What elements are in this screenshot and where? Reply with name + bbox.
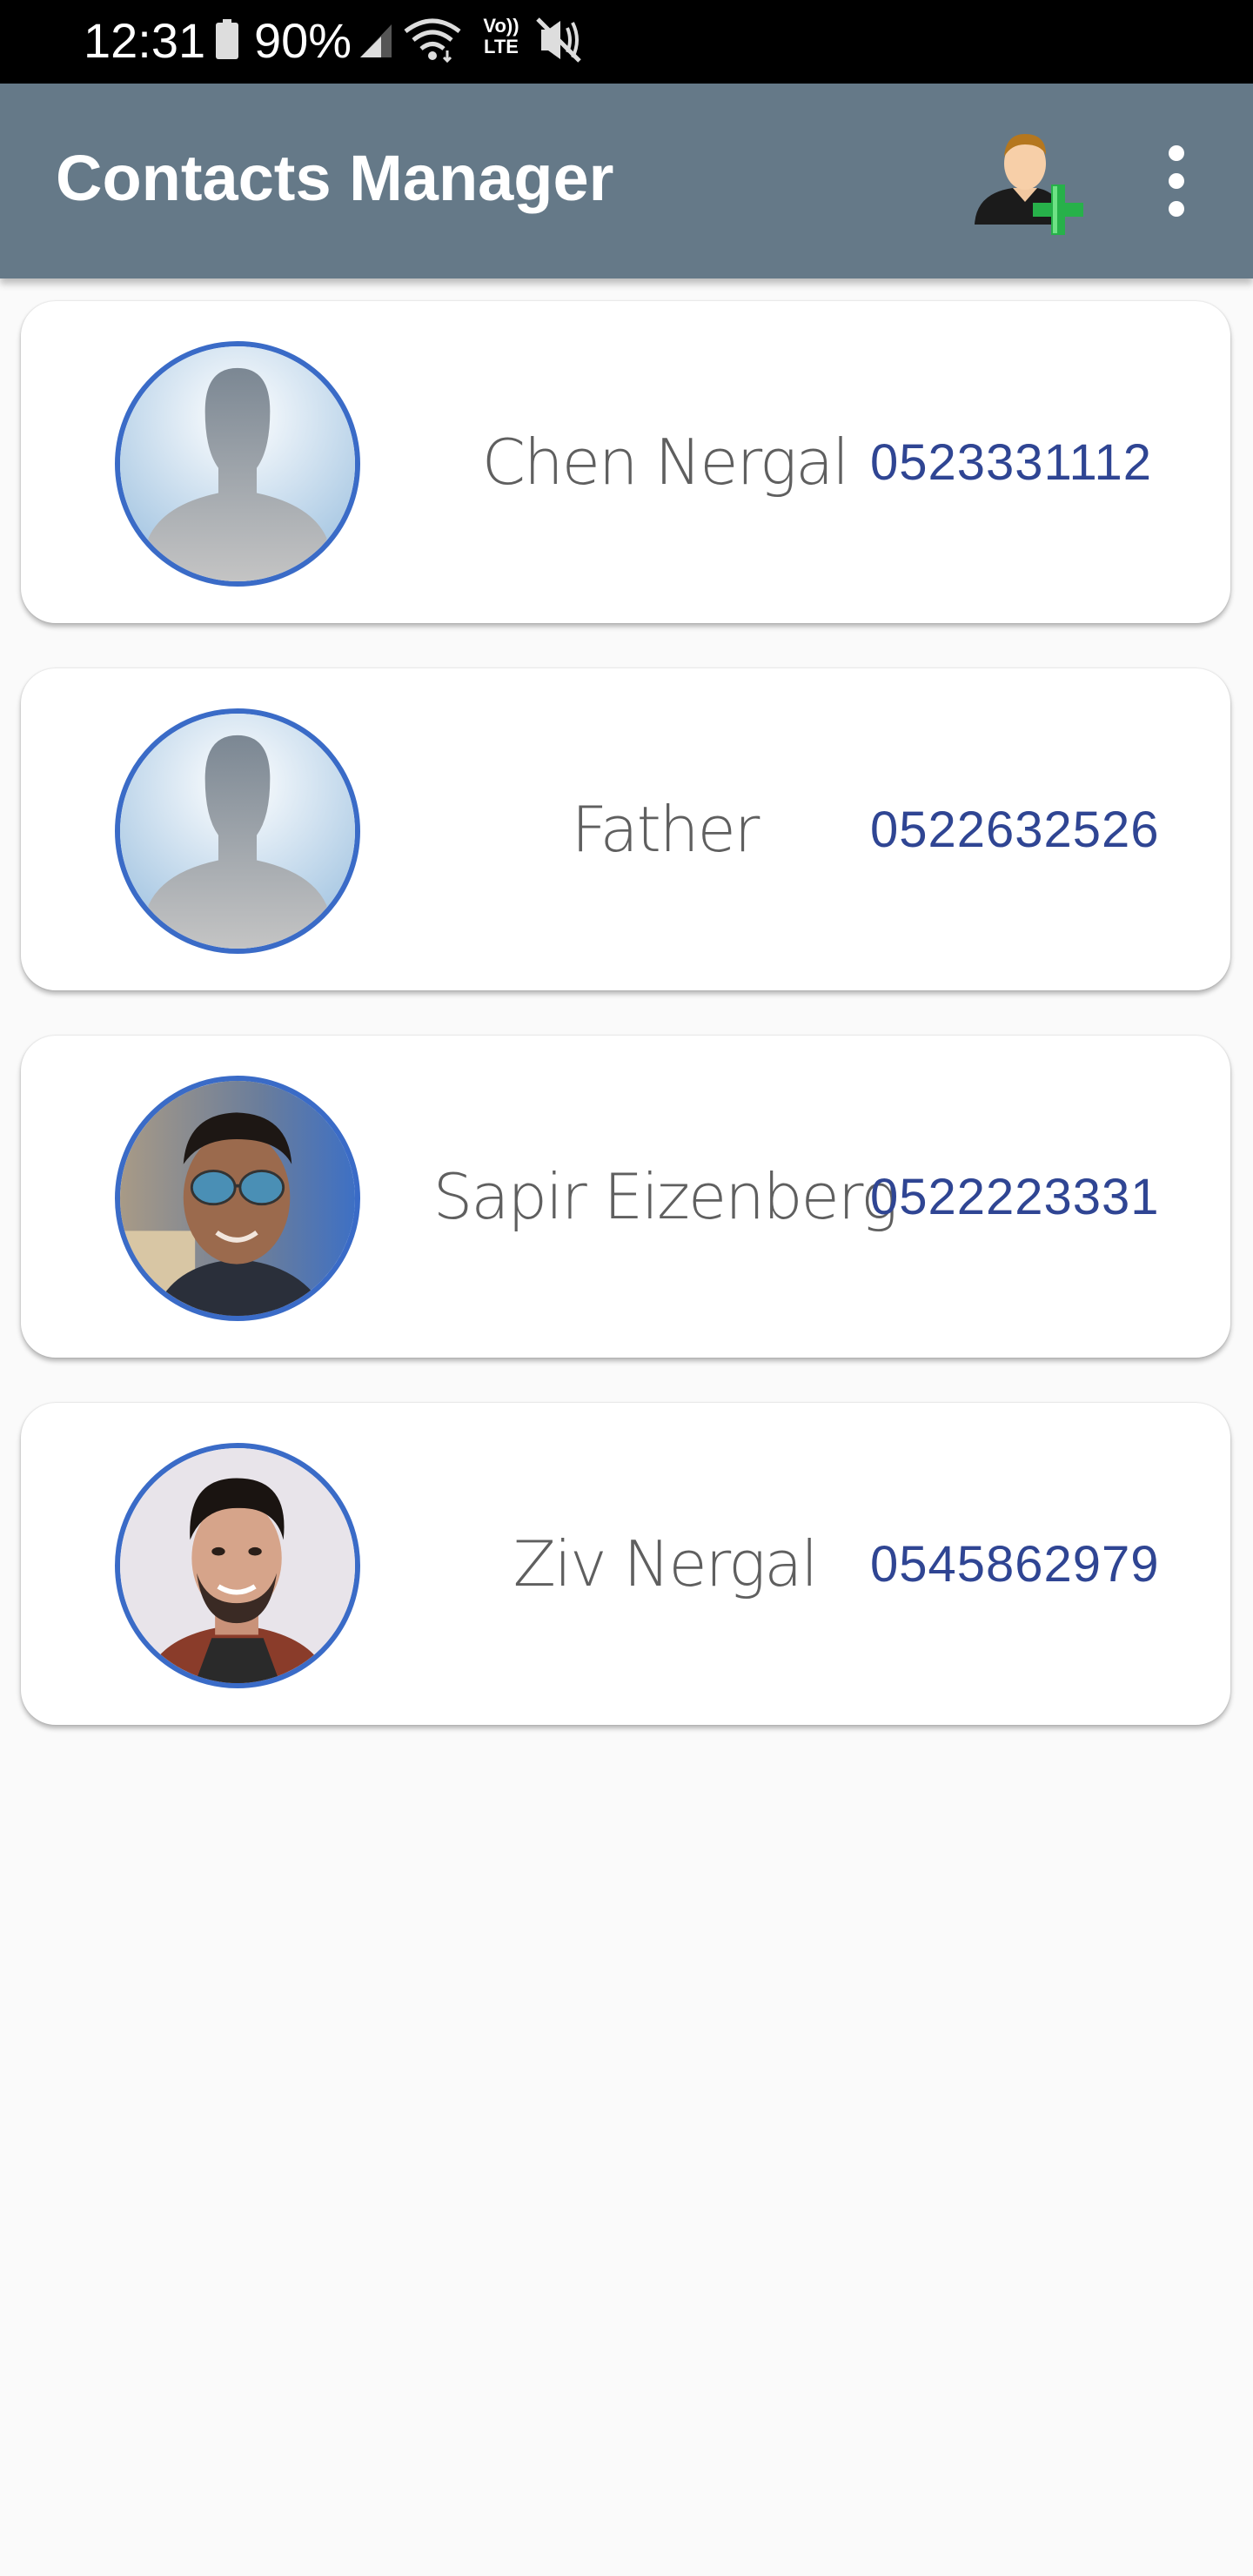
contact-avatar <box>115 1076 360 1321</box>
photo-avatar-sunglasses <box>120 1081 355 1316</box>
app-bar: Contacts Manager <box>0 84 1253 278</box>
contact-phone[interactable]: 0523331112 <box>870 301 1152 623</box>
app-title: Contacts Manager <box>56 142 614 214</box>
status-time: 12:31 <box>84 13 206 68</box>
contact-card[interactable]: Father 0522632526 <box>21 668 1230 990</box>
signal-icon <box>360 24 392 57</box>
volte-text-top: Vo)) <box>483 15 519 37</box>
contact-name: Father <box>571 793 761 866</box>
contact-phone[interactable]: 0522223331 <box>870 1036 1160 1358</box>
volte-icon: Vo)) LTE <box>477 16 526 64</box>
contact-phone[interactable]: 0522632526 <box>870 668 1160 990</box>
default-avatar-icon <box>120 346 355 581</box>
contact-name: Chen Nergal <box>481 426 850 499</box>
contact-avatar <box>115 341 360 587</box>
wifi-icon <box>404 18 461 64</box>
more-vert-icon <box>1169 145 1184 217</box>
overflow-menu-button[interactable] <box>1145 141 1208 221</box>
status-bar: 12:31 90% Vo)) LTE <box>0 0 1253 84</box>
photo-avatar-smiling <box>120 1448 355 1683</box>
contact-avatar <box>115 1443 360 1688</box>
battery-percent: 90% <box>254 13 352 68</box>
contact-phone[interactable]: 0545862979 <box>870 1403 1160 1725</box>
add-contact-icon <box>975 134 1083 235</box>
contact-card[interactable]: Chen Nergal 0523331112 <box>21 301 1230 623</box>
contact-card[interactable]: Ziv Nergal 0545862979 <box>21 1403 1230 1725</box>
battery-icon <box>216 19 238 59</box>
contact-name: Sapir Eizenberg <box>432 1160 899 1233</box>
contact-avatar <box>115 708 360 954</box>
add-contact-button[interactable] <box>968 122 1089 244</box>
mute-icon <box>536 17 581 63</box>
default-avatar-icon <box>120 714 355 949</box>
contact-card[interactable]: Sapir Eizenberg 0522223331 <box>21 1036 1230 1358</box>
contact-name: Ziv Nergal <box>513 1527 819 1600</box>
volte-text-bottom: LTE <box>484 36 519 57</box>
